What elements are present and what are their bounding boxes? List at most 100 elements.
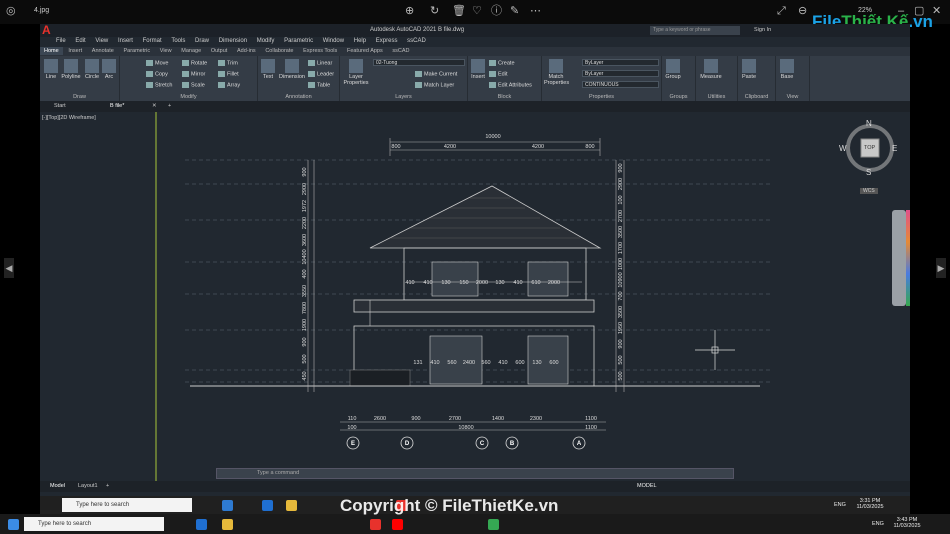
match-properties-button[interactable]: Match Properties [544,59,569,86]
menu-sscad[interactable]: ssCAD [407,38,426,44]
edit-icon[interactable]: ✎ [510,5,519,17]
layout-tab-model[interactable]: Model [50,483,65,489]
inner-taskbar-search[interactable]: Type here to search [62,498,192,512]
menu-dimension[interactable]: Dimension [219,38,247,44]
tab-insert[interactable]: Insert [64,47,86,55]
draw-panel-label[interactable]: Draw [40,94,119,100]
tab-featured-apps[interactable]: Featured Apps [343,47,387,55]
tab-parametric[interactable]: Parametric [119,47,154,55]
viewcube-west[interactable]: W [839,144,847,153]
tab-output[interactable]: Output [207,47,232,55]
rotate-icon[interactable]: ↻ [430,5,439,17]
taskbar-youtube-icon[interactable] [392,519,403,530]
create-block-button[interactable]: Create [489,60,515,66]
wcs-menu[interactable]: WCS [860,188,878,194]
menu-help[interactable]: Help [354,38,366,44]
menu-window[interactable]: Window [323,38,344,44]
autocad-logo-icon[interactable]: A [42,24,55,37]
tab-annotate[interactable]: Annotate [88,47,118,55]
view-panel-label[interactable]: View [776,94,809,100]
layer-dropdown[interactable]: 02-Tuong [373,59,465,66]
menu-draw[interactable]: Draw [195,38,209,44]
menu-modify[interactable]: Modify [257,38,275,44]
more-icon[interactable]: ⋯ [530,5,541,17]
move-tool[interactable]: Move [146,60,168,66]
menu-format[interactable]: Format [143,38,162,44]
polyline-tool[interactable]: Polyline [60,59,82,80]
tab-home[interactable]: Home [40,47,63,55]
make-current-button[interactable]: Make Current [415,71,457,77]
taskbar-facebook-icon[interactable] [196,519,207,530]
viewcube-east[interactable]: E [892,144,897,153]
close-icon[interactable]: ✕ [932,5,941,17]
stretch-tool[interactable]: Stretch [146,82,172,88]
copy-tool[interactable]: Copy [146,71,168,77]
taskbar-clock[interactable]: 3:43 PM 11/03/2025 [888,517,926,529]
layers-panel-label[interactable]: Layers [340,94,467,100]
array-tool[interactable]: Array [218,82,240,88]
tab-sscad[interactable]: ssCAD [388,47,413,55]
scale-tool[interactable]: Scale [182,82,205,88]
group-button[interactable]: Group [664,59,682,80]
tab-add-ins[interactable]: Add-ins [233,47,260,55]
navigation-bar[interactable] [892,210,906,306]
paste-button[interactable]: Paste [740,59,758,80]
dimension-tool[interactable]: Dimension [278,59,306,80]
mirror-tool[interactable]: Mirror [182,71,205,77]
favorite-icon[interactable]: ♡ [472,5,482,17]
menu-edit[interactable]: Edit [75,38,85,44]
menu-parametric[interactable]: Parametric [284,38,313,44]
taskbar-search[interactable]: Type here to search [24,517,164,531]
sign-in-link[interactable]: Sign In [754,27,771,33]
next-image-arrow-icon[interactable]: ▶ [936,258,946,278]
linear-dim-tool[interactable]: Linear [308,60,332,66]
line-tool[interactable]: Line [43,59,59,80]
tab-express-tools[interactable]: Express Tools [299,47,341,55]
edit-attributes-button[interactable]: Edit Attributes [489,82,532,88]
rotate-tool[interactable]: Rotate [182,60,207,66]
inner-clock[interactable]: 3:31 PM 11/03/2025 [852,498,888,510]
info-icon[interactable]: ⓘ [491,5,502,17]
properties-panel-label[interactable]: Properties [542,94,661,100]
taskbar-lang[interactable]: ENG [872,521,884,527]
file-tab-b-file[interactable]: B file* [110,103,124,109]
expand-icon[interactable]: ⤢ [777,5,786,17]
inner-folder-icon[interactable] [286,500,297,511]
menu-file[interactable]: File [56,38,66,44]
close-tab-icon[interactable]: ✕ [152,103,157,109]
inner-edge-icon[interactable] [222,500,233,511]
text-tool[interactable]: Text [260,59,276,80]
tab-manage[interactable]: Manage [177,47,205,55]
taskbar-chrome-icon[interactable] [488,519,499,530]
menu-tools[interactable]: Tools [171,38,185,44]
drawing-viewport[interactable]: [-][Top][2D Wireframe] 10000 800 4200 42… [40,112,910,484]
measure-button[interactable]: Measure [698,59,724,80]
viewcube-south[interactable]: S [866,168,871,177]
modify-panel-label[interactable]: Modify [120,94,257,100]
trim-tool[interactable]: Trim [218,60,238,66]
tab-collaborate[interactable]: Collaborate [261,47,297,55]
lineweight-dropdown[interactable]: CONTINUOUS [582,81,659,88]
layout-tab-layout1[interactable]: Layout1 [78,483,98,489]
inner-lang[interactable]: ENG [834,502,846,508]
start-icon[interactable] [8,519,19,530]
fillet-tool[interactable]: Fillet [218,71,239,77]
delete-icon[interactable]: 🗑 [452,5,466,17]
match-layer-button[interactable]: Match Layer [415,82,454,88]
menu-express[interactable]: Express [376,38,398,44]
tab-view[interactable]: View [156,47,176,55]
annotation-panel-label[interactable]: Annotation [258,94,339,100]
utilities-panel-label[interactable]: Utilities [696,94,737,100]
taskbar-autocad-icon[interactable] [370,519,381,530]
command-line-input[interactable]: Type a command [216,468,734,479]
layer-properties-button[interactable]: Layer Properties [342,59,370,86]
color-dropdown[interactable]: ByLayer [582,59,659,66]
view-cube[interactable]: N S E W TOP WCS [839,118,900,194]
viewcube-north[interactable]: N [866,119,872,128]
groups-panel-label[interactable]: Groups [662,94,695,100]
edit-block-button[interactable]: Edit [489,71,507,77]
prev-image-arrow-icon[interactable]: ◀ [4,258,14,278]
zoom-out-icon[interactable]: ⊖ [798,5,807,17]
linetype-dropdown[interactable]: ByLayer [582,70,659,77]
inner-facebook-icon[interactable] [262,500,273,511]
